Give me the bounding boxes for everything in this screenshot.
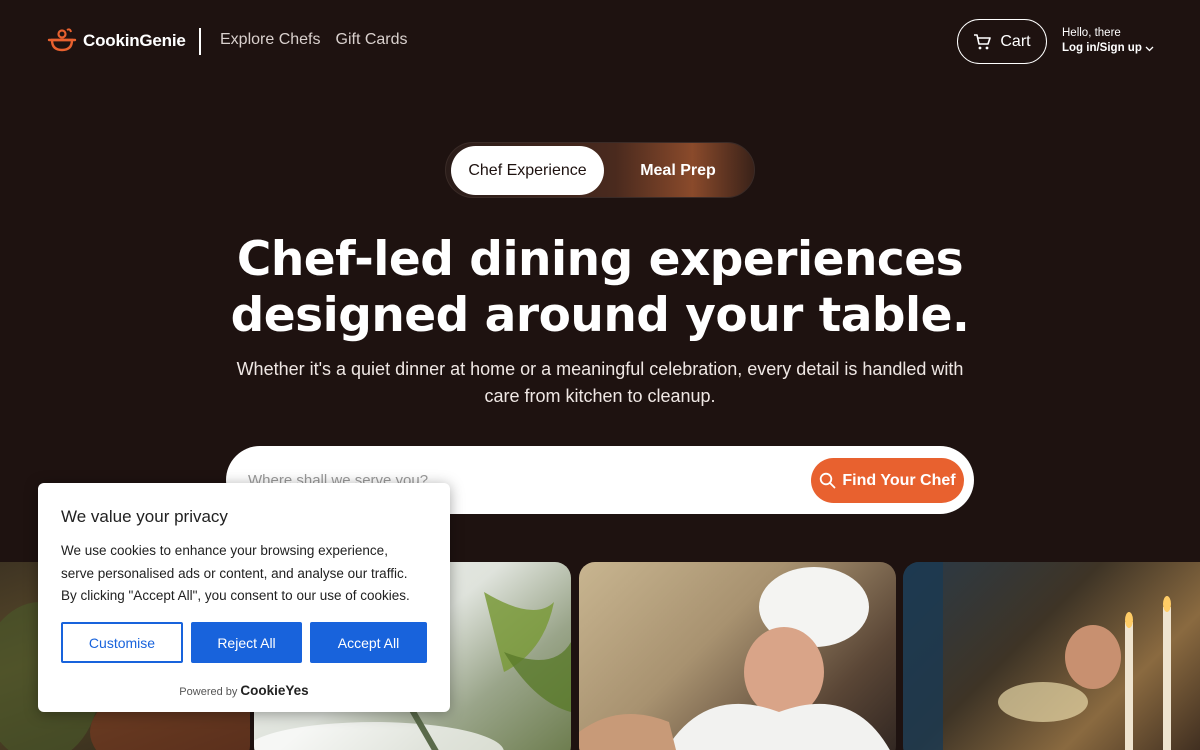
cookieyes-brand[interactable]: CookieYes bbox=[240, 683, 308, 698]
service-toggle: Chef Experience Meal Prep bbox=[445, 142, 755, 198]
site-header: CookinGenie Explore Chefs Gift Cards Car… bbox=[0, 0, 1200, 84]
find-your-chef-button[interactable]: Find Your Chef bbox=[811, 458, 964, 503]
tab-meal-prep[interactable]: Meal Prep bbox=[604, 146, 752, 195]
hero-title: Chef-led dining experiences designed aro… bbox=[200, 232, 1000, 344]
cookie-description-line-2: serve personalised ads or content, and a… bbox=[61, 565, 408, 581]
photo-card-dinner-toast bbox=[903, 562, 1200, 750]
nav-gift-cards[interactable]: Gift Cards bbox=[336, 31, 408, 49]
cookie-title: We value your privacy bbox=[61, 507, 228, 526]
customise-button[interactable]: Customise bbox=[61, 622, 183, 663]
main-nav: Explore Chefs Gift Cards bbox=[220, 31, 408, 49]
dinner-toast-photo-art bbox=[903, 562, 1171, 750]
chef-photo-art bbox=[579, 567, 890, 750]
cart-label: Cart bbox=[1000, 32, 1031, 50]
find-your-chef-label: Find Your Chef bbox=[842, 471, 956, 489]
search-icon bbox=[820, 472, 836, 489]
cart-icon bbox=[974, 33, 992, 49]
chef-pot-logo-icon bbox=[47, 28, 77, 52]
powered-by-label: Powered by bbox=[179, 686, 238, 698]
cookie-description: We use cookies to enhance your browsing … bbox=[61, 540, 436, 608]
brand-name: CookinGenie bbox=[83, 31, 186, 50]
hero-subtitle-line-1: Whether it's a quiet dinner at home or a… bbox=[236, 359, 964, 379]
chevron-down-icon bbox=[1145, 46, 1154, 52]
photo-card-chef-cooking bbox=[579, 562, 896, 750]
tab-chef-experience[interactable]: Chef Experience bbox=[451, 146, 604, 195]
reject-all-button[interactable]: Reject All bbox=[191, 622, 302, 663]
nav-explore-chefs[interactable]: Explore Chefs bbox=[220, 31, 321, 49]
hero-subtitle-line-2: care from kitchen to cleanup. bbox=[484, 386, 716, 406]
header-divider bbox=[199, 28, 201, 55]
greeting-text: Hello, there bbox=[1062, 27, 1121, 39]
hero-title-line-2: designed around your table. bbox=[230, 288, 970, 343]
accept-all-button[interactable]: Accept All bbox=[310, 622, 427, 663]
account-menu[interactable]: Hello, there Log in/Sign up bbox=[1062, 27, 1154, 57]
brand-logo[interactable]: CookinGenie bbox=[47, 26, 186, 56]
cart-button[interactable]: Cart bbox=[957, 19, 1047, 64]
cookie-description-line-1: We use cookies to enhance your browsing … bbox=[61, 543, 388, 558]
powered-by: Powered by CookieYes bbox=[38, 683, 450, 698]
cookie-consent-banner: We value your privacy We use cookies to … bbox=[38, 483, 450, 712]
login-signup-link[interactable]: Log in/Sign up bbox=[1062, 40, 1154, 57]
hero-title-line-1: Chef-led dining experiences bbox=[236, 232, 964, 287]
cookie-description-line-3: By clicking "Accept All", you consent to… bbox=[61, 588, 410, 603]
hero-subtitle: Whether it's a quiet dinner at home or a… bbox=[230, 356, 970, 410]
login-signup-label: Log in/Sign up bbox=[1062, 42, 1142, 54]
